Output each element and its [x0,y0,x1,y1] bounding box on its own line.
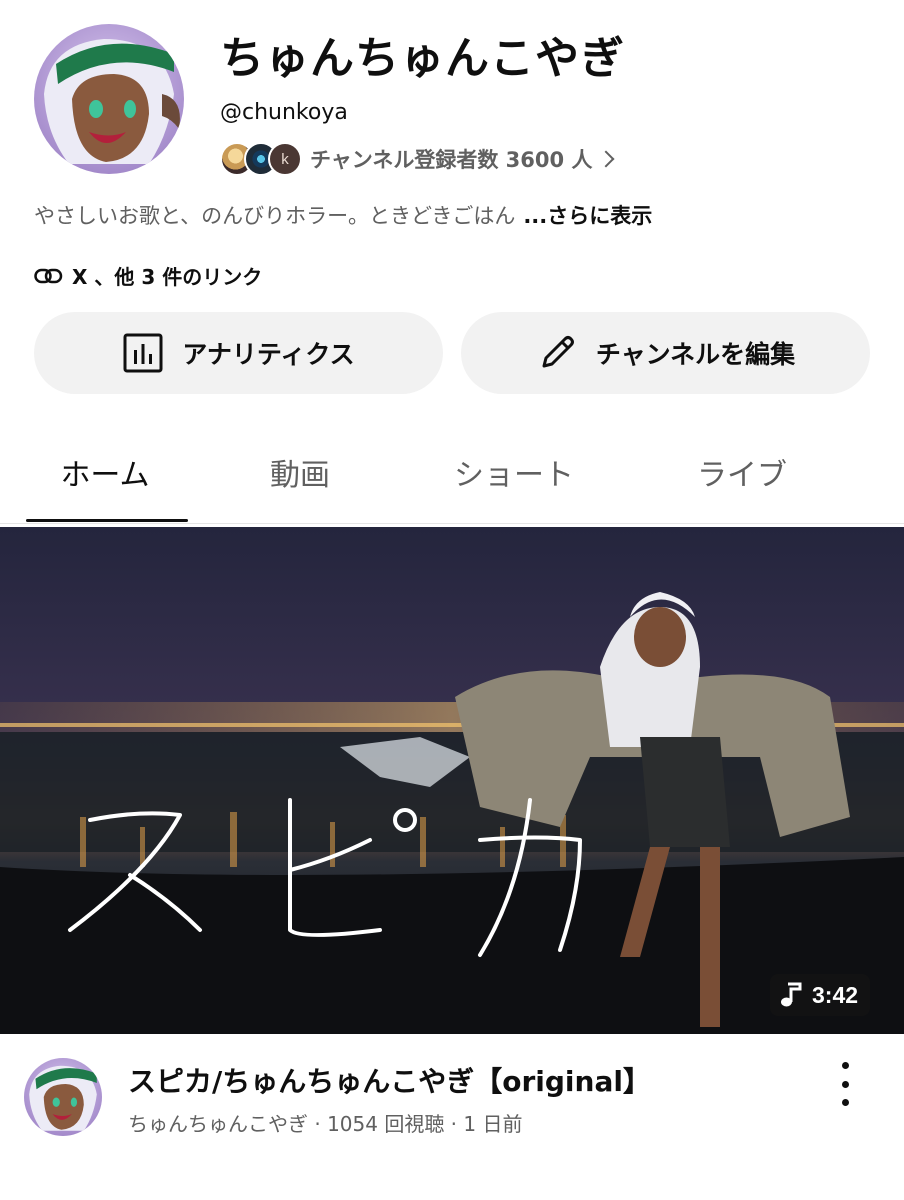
link-icon [34,268,63,283]
analytics-button[interactable]: アナリティクス [34,312,443,394]
duration-badge: 3:42 [770,974,871,1016]
description-text: やさしいお歌と、のんびりホラー。ときどきごはん [34,204,516,228]
channel-tabs: ホーム 動画 ショート ライブ [0,430,904,525]
tab-home[interactable]: ホーム [5,450,205,494]
thumbnail-title-art [68,798,582,957]
subscriber-avatars: k [220,142,302,176]
edit-channel-button[interactable]: チャンネルを編集 [461,312,870,394]
channel-name: ちゅんちゅんこやぎ [220,33,625,84]
active-tab-indicator [26,519,188,522]
channel-handle: @chunkoya [220,100,348,125]
links-text: X 、他 3 件のリンク [72,265,263,289]
chevron-right-icon [597,150,615,168]
edit-channel-label: チャンネルを編集 [595,340,796,369]
show-more-link[interactable]: ...さらに表示 [523,204,652,228]
channel-links[interactable]: X 、他 3 件のリンク [34,261,262,290]
subscriber-avatar-letter: k [281,150,289,168]
analytics-label: アナリティクス [182,340,355,369]
channel-description[interactable]: やさしいお歌と、のんびりホラー。ときどきごはん ...さらに表示 [34,200,652,230]
channel-avatar[interactable] [34,24,184,174]
more-vert-icon[interactable] [830,1062,860,1106]
tab-live[interactable]: ライブ [642,450,842,494]
music-note-icon [781,982,802,1007]
subscriber-avatar: k [268,142,302,176]
tab-shorts[interactable]: ショート [414,450,614,494]
duration-text: 3:42 [812,981,859,1008]
video-meta: ちゅんちゅんこやぎ · 1054 回視聴 · 1 日前 [128,1112,523,1136]
pencil-icon [542,336,574,368]
video-channel-avatar[interactable] [24,1058,102,1136]
bar-chart-icon [123,333,163,373]
tab-videos[interactable]: 動画 [200,450,400,494]
video-title[interactable]: スピカ/ちゅんちゅんこやぎ【original】 [128,1060,651,1100]
subscriber-count: チャンネル登録者数 3600 人 [310,148,593,172]
divider [0,523,904,524]
subscriber-row[interactable]: k チャンネル登録者数 3600 人 [220,140,615,178]
